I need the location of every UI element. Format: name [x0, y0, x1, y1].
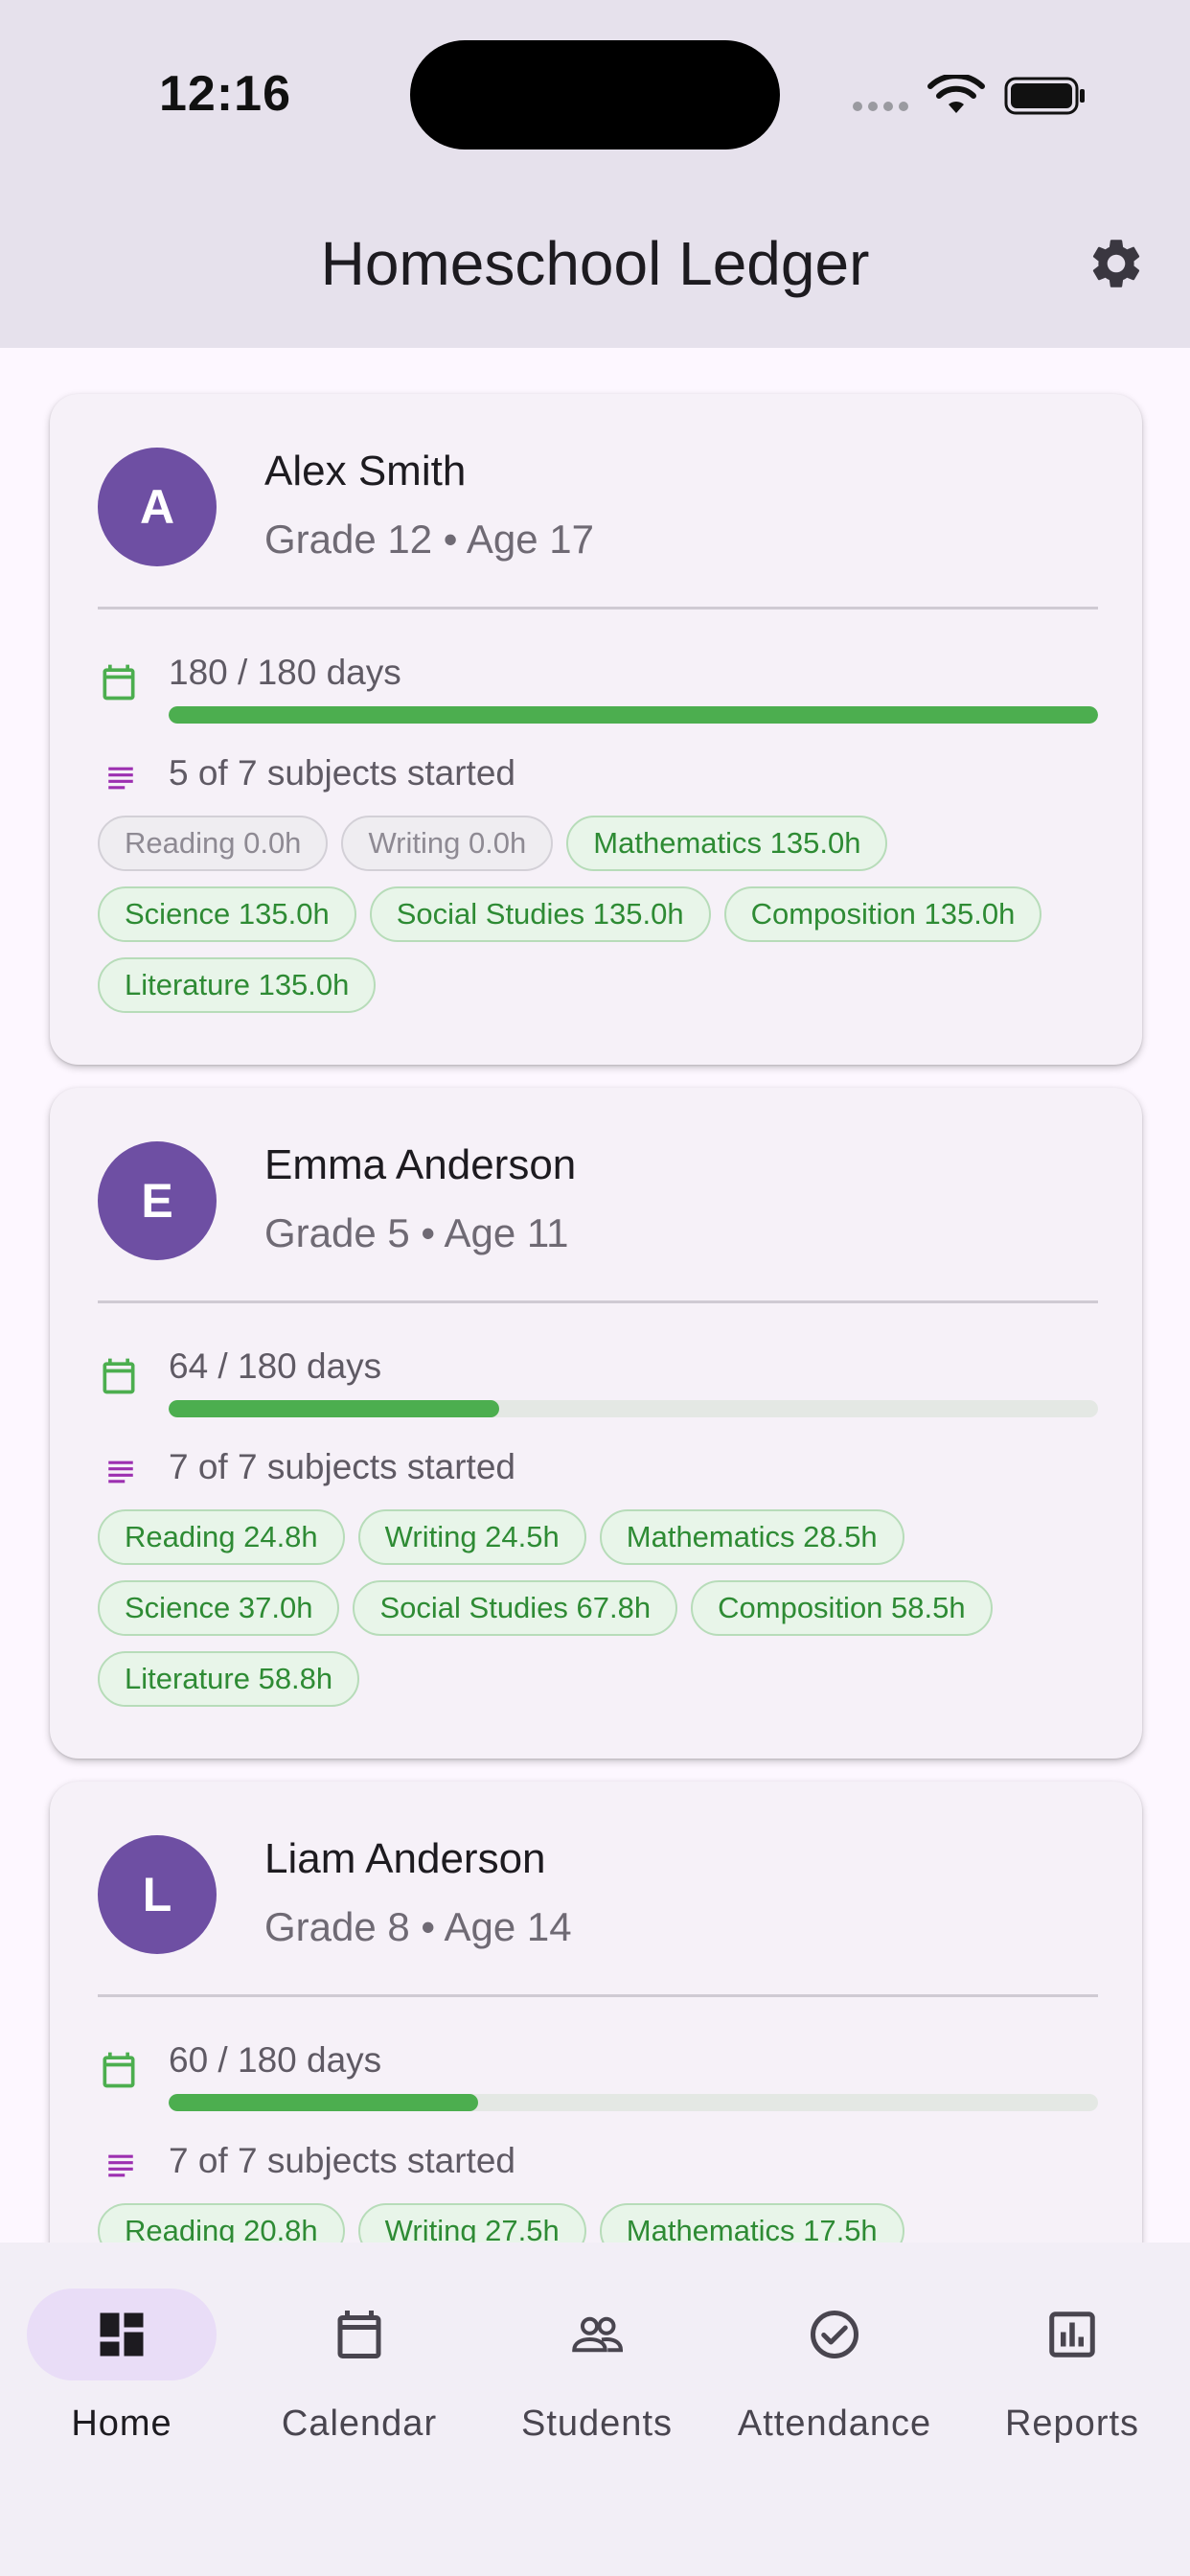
attendance-progress-fill — [169, 2094, 479, 2111]
attendance-progress-bar — [169, 1400, 1098, 1417]
attendance-progress-bar — [169, 2094, 1098, 2111]
screen: 12:16 Homeschool Ledger A Alex Smith Gra… — [0, 0, 1190, 2576]
student-grade-age: Grade 12 • Age 17 — [264, 517, 594, 562]
subjects-started: 7 of 7 subjects started — [169, 1447, 515, 1486]
attendance-days: 60 / 180 days — [169, 2040, 382, 2080]
subjects-started: 5 of 7 subjects started — [169, 753, 515, 793]
settings-button[interactable] — [1083, 230, 1150, 297]
subject-chip[interactable]: Literature 135.0h — [98, 957, 377, 1013]
page-title: Homeschool Ledger — [320, 229, 870, 298]
avatar: L — [98, 1835, 217, 1954]
battery-icon — [1004, 77, 1085, 115]
nav-label: Students — [521, 2404, 673, 2444]
subject-chip[interactable]: Literature 58.8h — [98, 1651, 360, 1707]
student-grade-age: Grade 5 • Age 11 — [264, 1210, 569, 1255]
subject-chip[interactable]: Reading 24.8h — [98, 1509, 345, 1565]
subject-chip[interactable]: Science 135.0h — [98, 886, 356, 942]
nav-reports[interactable]: Reports — [953, 2288, 1190, 2461]
people-icon — [572, 2316, 624, 2353]
subject-chip[interactable]: Mathematics 135.0h — [566, 816, 888, 871]
top-app-bar: 12:16 Homeschool Ledger — [0, 0, 1190, 348]
nav-label: Attendance — [737, 2404, 932, 2444]
attendance-progress-fill — [169, 1400, 499, 1417]
subject-chip[interactable]: Reading 20.8h — [98, 2203, 345, 2242]
student-card[interactable]: A Alex Smith Grade 12 • Age 17 180 / 180… — [50, 394, 1142, 1065]
nav-attendance[interactable]: Attendance — [716, 2288, 953, 2461]
dashboard-icon — [100, 2312, 144, 2357]
nav-label: Calendar — [281, 2404, 438, 2444]
subject-chips: Reading 0.0h Writing 0.0h Mathematics 13… — [98, 816, 1104, 1013]
dynamic-island — [410, 40, 780, 150]
calendar-icon — [103, 1358, 135, 1394]
subject-chip[interactable]: Composition 58.5h — [691, 1580, 993, 1636]
attendance-progress-bar — [169, 706, 1098, 724]
calendar-icon — [103, 2052, 135, 2088]
nav-students[interactable]: Students — [478, 2288, 716, 2461]
student-card[interactable]: E Emma Anderson Grade 5 • Age 11 64 / 18… — [50, 1088, 1142, 1759]
student-card[interactable]: L Liam Anderson Grade 8 • Age 14 60 / 18… — [50, 1782, 1142, 2242]
attendance-days: 64 / 180 days — [169, 1346, 382, 1386]
attendance-days: 180 / 180 days — [169, 653, 401, 692]
cellular-signal-icon — [853, 102, 908, 111]
check-circle-icon — [811, 2311, 858, 2358]
bottom-navigation: Home Calendar Students Attendance Report… — [0, 2242, 1190, 2576]
subject-chip[interactable]: Writing 27.5h — [357, 2203, 586, 2242]
subject-list-icon — [108, 767, 133, 790]
gear-icon — [1092, 240, 1140, 288]
subject-chip[interactable]: Writing 24.5h — [357, 1509, 586, 1565]
student-list[interactable]: A Alex Smith Grade 12 • Age 17 180 / 180… — [0, 348, 1190, 2242]
subject-chip[interactable]: Mathematics 17.5h — [599, 2203, 904, 2242]
nav-calendar[interactable]: Calendar — [240, 2288, 478, 2461]
calendar-icon — [337, 2311, 381, 2358]
subject-chip[interactable]: Social Studies 67.8h — [353, 1580, 678, 1636]
student-name: Alex Smith — [264, 448, 467, 494]
attendance-progress-fill — [169, 706, 1098, 724]
avatar: A — [98, 448, 217, 566]
subject-list-icon — [108, 1460, 133, 1484]
subject-chip[interactable]: Social Studies 135.0h — [369, 886, 711, 942]
subjects-started: 7 of 7 subjects started — [169, 2141, 515, 2180]
subject-chips: Reading 20.8h Writing 27.5h Mathematics … — [98, 2203, 1104, 2242]
subject-chip[interactable]: Science 37.0h — [98, 1580, 340, 1636]
student-grade-age: Grade 8 • Age 14 — [264, 1904, 572, 1949]
nav-label: Reports — [1004, 2404, 1140, 2444]
subject-chips: Reading 24.8h Writing 24.5h Mathematics … — [98, 1509, 1104, 1707]
student-name: Liam Anderson — [264, 1835, 546, 1882]
wifi-icon — [927, 75, 985, 113]
student-name: Emma Anderson — [264, 1141, 577, 1188]
bar-chart-icon — [1049, 2312, 1095, 2358]
nav-label: Home — [71, 2404, 172, 2444]
divider — [98, 1994, 1098, 1997]
subject-chip[interactable]: Reading 0.0h — [98, 816, 329, 871]
status-time: 12:16 — [159, 66, 291, 122]
avatar: E — [98, 1141, 217, 1260]
divider — [98, 1300, 1098, 1303]
subject-chip[interactable]: Composition 135.0h — [723, 886, 1042, 942]
divider — [98, 607, 1098, 610]
subject-list-icon — [108, 2154, 133, 2177]
subject-chip[interactable]: Mathematics 28.5h — [599, 1509, 904, 1565]
subject-chip[interactable]: Writing 0.0h — [341, 816, 554, 871]
calendar-icon — [103, 664, 135, 701]
nav-home[interactable]: Home — [3, 2288, 240, 2461]
